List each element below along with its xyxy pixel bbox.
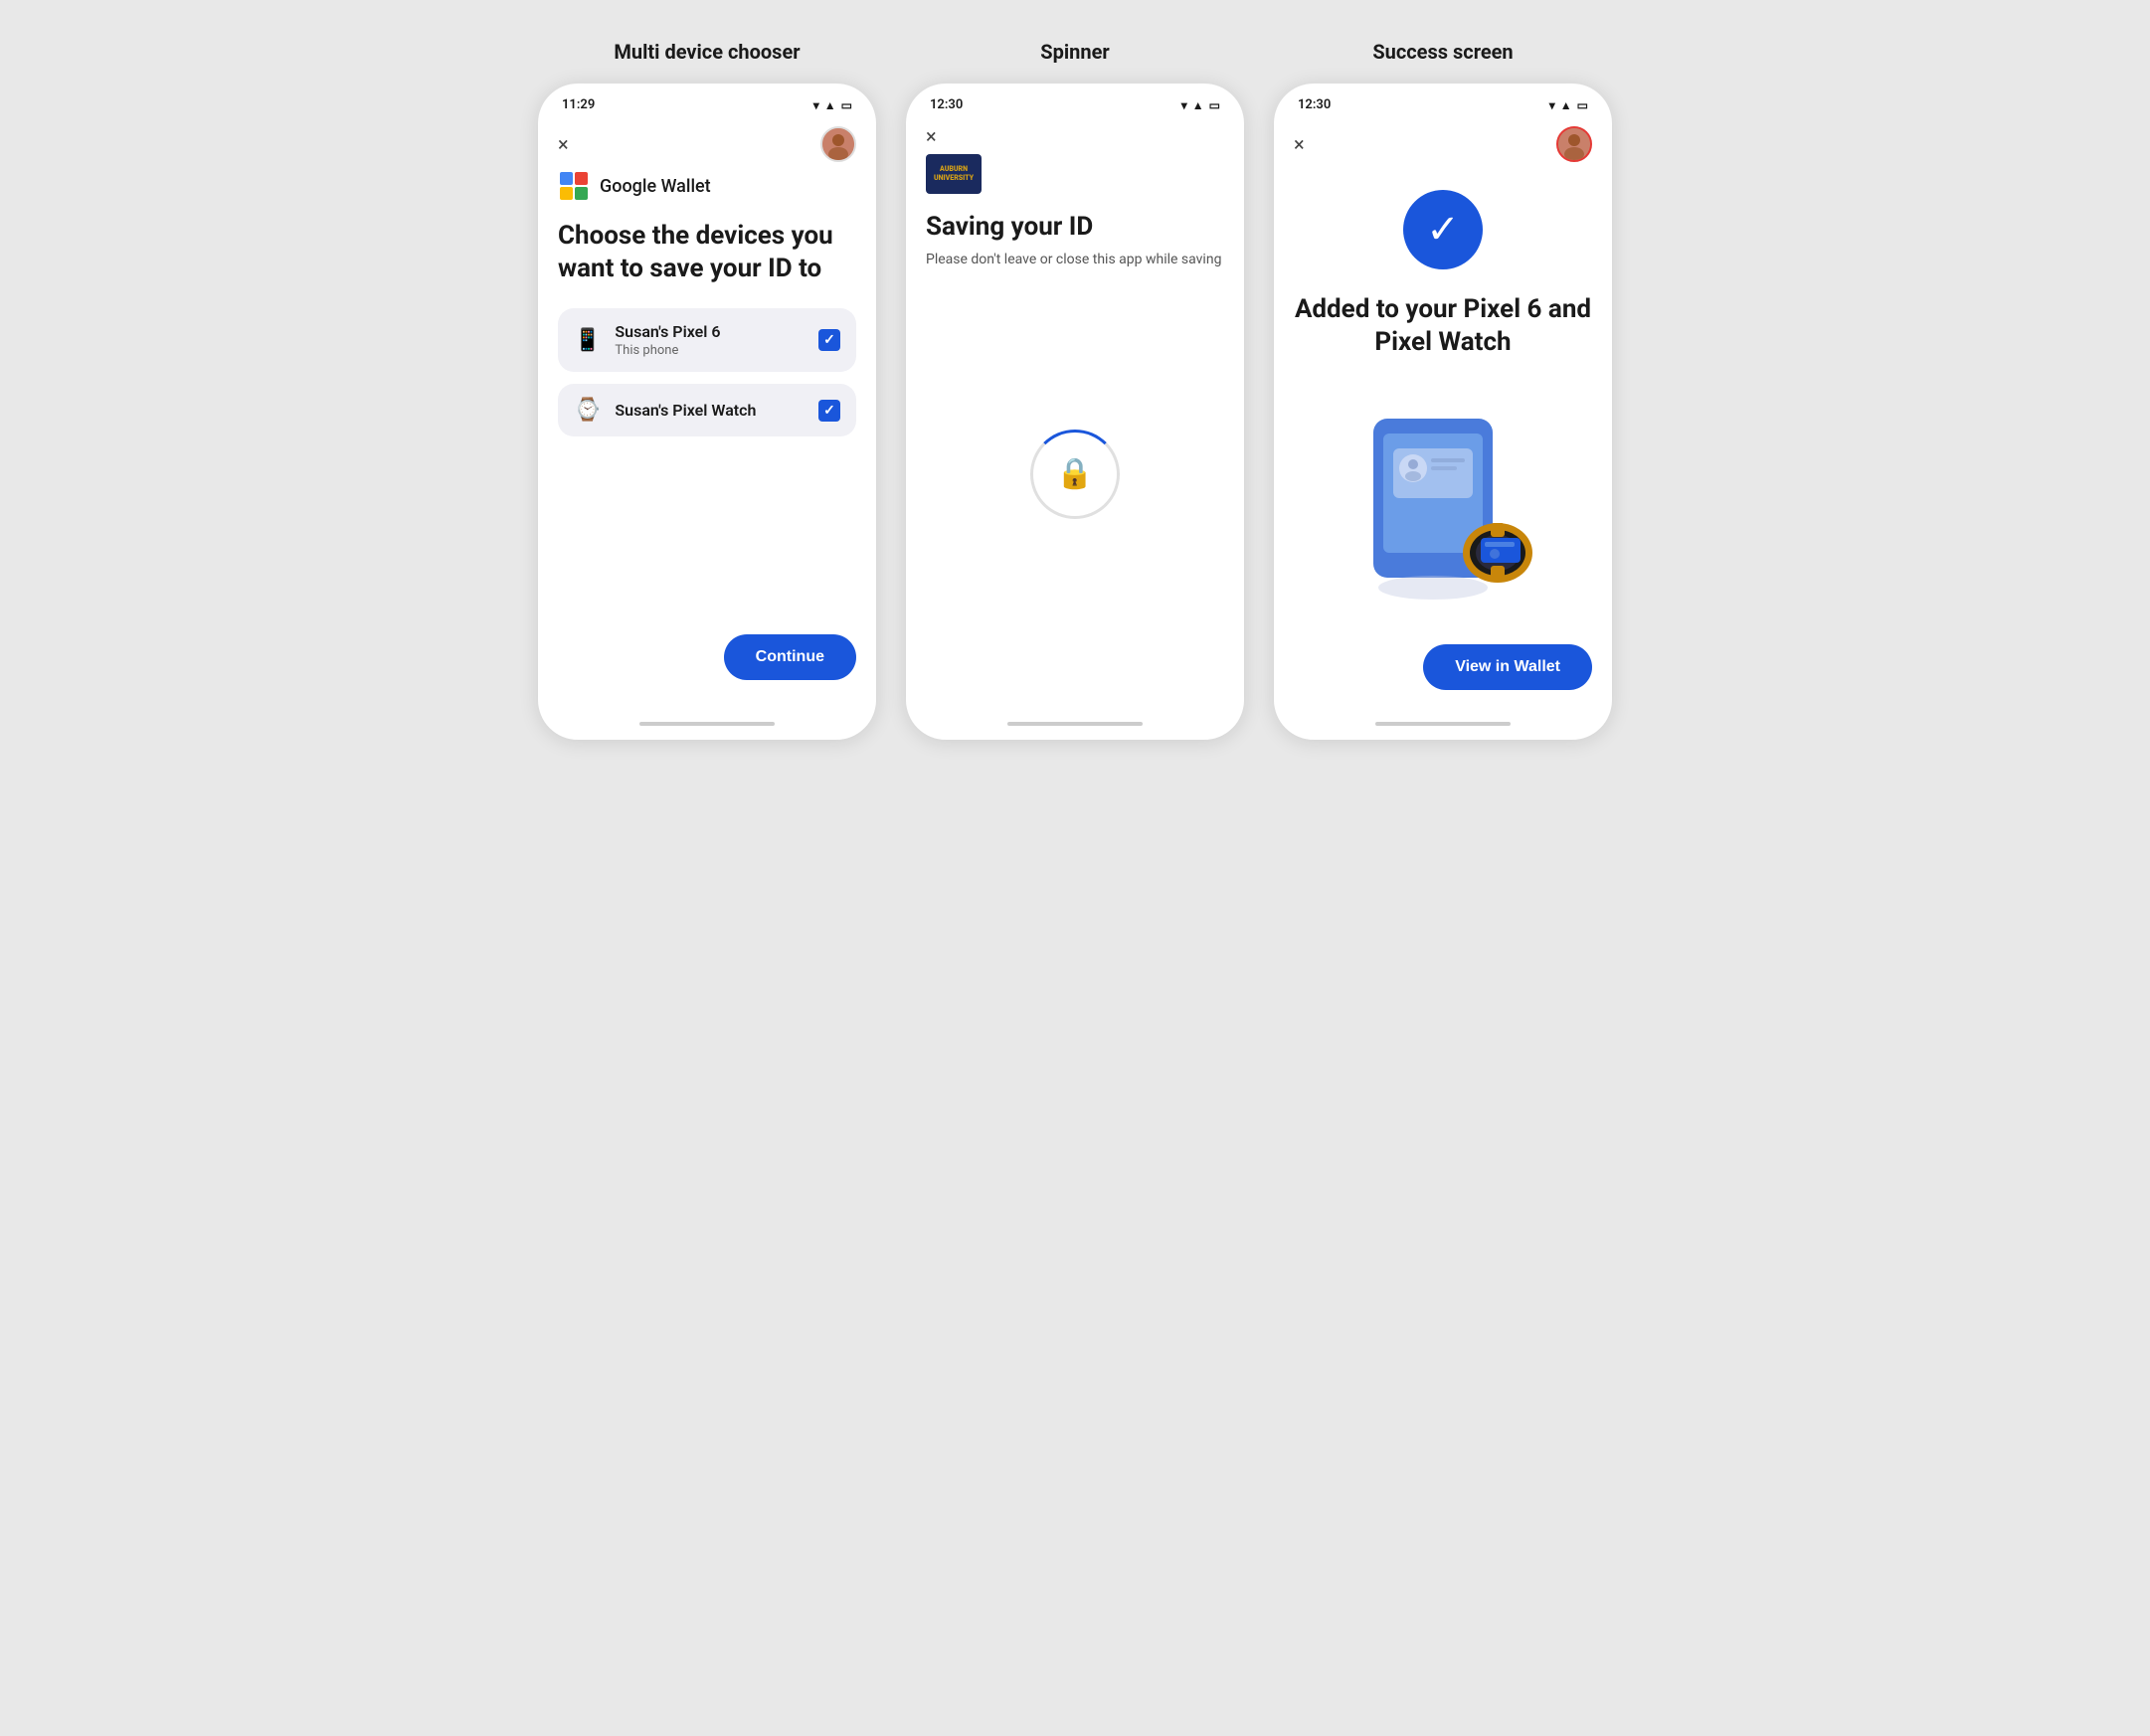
battery-icon: ▭ xyxy=(841,98,852,112)
battery-icon-2: ▭ xyxy=(1209,98,1220,112)
phone-device-icon: 📱 xyxy=(574,328,601,353)
signal-icon-2: ▲ xyxy=(1192,98,1204,112)
wallet-logo-text: Google Wallet xyxy=(600,176,711,197)
status-icons-2: ▾ ▲ ▭ xyxy=(1181,98,1220,112)
status-icons-1: ▾ ▲ ▭ xyxy=(813,98,852,112)
signal-icon-3: ▲ xyxy=(1560,98,1572,112)
avatar-3 xyxy=(1556,126,1592,162)
avatar-1 xyxy=(820,126,856,162)
phone-frame-3: 12:30 ▾ ▲ ▭ × xyxy=(1274,84,1612,740)
top-bar-1: × xyxy=(538,118,876,170)
home-indicator-2 xyxy=(1007,722,1143,726)
check-circle: ✓ xyxy=(1403,190,1483,269)
close-button-3[interactable]: × xyxy=(1294,134,1305,154)
spinner-wrapper: 🔒 xyxy=(1030,430,1120,519)
school-badge: AUBURNUNIVERSITY xyxy=(926,154,982,194)
device2-checkbox[interactable] xyxy=(818,400,840,422)
wifi-icon: ▾ xyxy=(813,98,819,112)
screen1-title: Multi device chooser xyxy=(614,40,800,64)
wallet-logo-row: Google Wallet xyxy=(558,170,856,202)
device1-info: Susan's Pixel 6 This phone xyxy=(615,322,805,358)
phone-frame-1: 11:29 ▾ ▲ ▭ × xyxy=(538,84,876,740)
continue-button[interactable]: Continue xyxy=(724,634,856,680)
screen3-col: Success screen 12:30 ▾ ▲ ▭ × xyxy=(1274,40,1612,740)
device1-sub: This phone xyxy=(615,343,805,358)
check-icon: ✓ xyxy=(1426,210,1460,250)
watch-device-icon: ⌚ xyxy=(574,398,601,423)
screen2-col: Spinner 12:30 ▾ ▲ ▭ × AUBURNUNIVER xyxy=(906,40,1244,740)
top-bar-3: × xyxy=(1274,118,1612,170)
status-time-2: 12:30 xyxy=(930,97,963,112)
device2-item[interactable]: ⌚ Susan's Pixel Watch xyxy=(558,384,856,436)
signal-icon: ▲ xyxy=(824,98,836,112)
device1-item[interactable]: 📱 Susan's Pixel 6 This phone xyxy=(558,308,856,372)
spinner-ring: 🔒 xyxy=(1030,430,1120,519)
home-indicator-1 xyxy=(639,722,775,726)
view-wallet-button[interactable]: View in Wallet xyxy=(1423,644,1592,690)
avatar-image-3 xyxy=(1558,128,1590,160)
screens-row: Multi device chooser 11:29 ▾ ▲ ▭ × xyxy=(528,40,1622,740)
spinner-container: 🔒 xyxy=(926,317,1224,630)
status-icons-3: ▾ ▲ ▭ xyxy=(1549,98,1588,112)
screen1-col: Multi device chooser 11:29 ▾ ▲ ▭ × xyxy=(538,40,876,740)
status-time-1: 11:29 xyxy=(562,97,595,112)
screen3-title: Success screen xyxy=(1372,40,1513,64)
phone-frame-2: 12:30 ▾ ▲ ▭ × AUBURNUNIVERSITY Sa xyxy=(906,84,1244,740)
device2-info: Susan's Pixel Watch xyxy=(615,401,805,420)
lock-icon: 🔒 xyxy=(1056,456,1093,491)
wallet-icon xyxy=(558,170,590,202)
close-button-2[interactable]: × xyxy=(926,126,937,146)
wifi-icon-2: ▾ xyxy=(1181,98,1187,112)
top-bar-2: × xyxy=(906,118,1244,154)
device-illustration xyxy=(1294,382,1592,634)
device1-name: Susan's Pixel 6 xyxy=(615,322,805,341)
device2-name: Susan's Pixel Watch xyxy=(615,401,805,420)
status-bar-1: 11:29 ▾ ▲ ▭ xyxy=(538,84,876,118)
avatar-image-1 xyxy=(822,128,854,160)
screen2-content: AUBURNUNIVERSITY Saving your ID Please d… xyxy=(906,154,1244,710)
saving-sub: Please don't leave or close this app whi… xyxy=(926,252,1224,267)
status-bar-3: 12:30 ▾ ▲ ▭ xyxy=(1274,84,1612,118)
saving-title: Saving your ID xyxy=(926,212,1224,242)
choose-title: Choose the devices you want to save your… xyxy=(558,220,856,284)
school-badge-text: AUBURNUNIVERSITY xyxy=(934,165,974,183)
status-time-3: 12:30 xyxy=(1298,97,1331,112)
battery-icon-3: ▭ xyxy=(1577,98,1588,112)
status-bar-2: 12:30 ▾ ▲ ▭ xyxy=(906,84,1244,118)
screen2-title: Spinner xyxy=(1040,40,1109,64)
success-illustration xyxy=(1324,399,1562,617)
spinner-lock-wrapper: 🔒 xyxy=(1056,456,1093,491)
success-title: Added to your Pixel 6 and Pixel Watch xyxy=(1294,293,1592,358)
wifi-icon-3: ▾ xyxy=(1549,98,1555,112)
screen1-content: Google Wallet Choose the devices you wan… xyxy=(538,170,876,710)
device1-checkbox[interactable] xyxy=(818,329,840,351)
success-content: ✓ Added to your Pixel 6 and Pixel Watch xyxy=(1274,170,1612,710)
home-indicator-3 xyxy=(1375,722,1511,726)
close-button-1[interactable]: × xyxy=(558,134,569,154)
